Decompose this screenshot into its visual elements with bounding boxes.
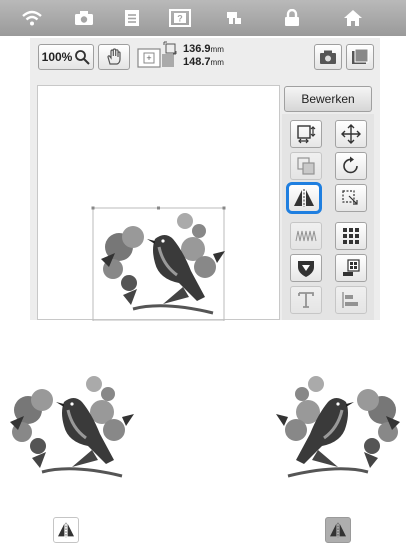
text-button (290, 286, 322, 314)
density-button[interactable] (335, 184, 367, 212)
move-button[interactable] (335, 120, 367, 148)
edit-tools-panel (282, 114, 374, 320)
size-unit: mm (210, 58, 224, 67)
rotate-icon (343, 156, 358, 174)
background-image-icon (352, 48, 369, 64)
group-icon (297, 157, 315, 175)
mirror-icon (294, 189, 314, 207)
border-icon (295, 230, 317, 242)
sewing-icon[interactable] (222, 6, 248, 30)
group-button (290, 152, 322, 180)
text-icon (298, 292, 314, 308)
rotate-button[interactable] (335, 152, 367, 180)
embroidery-canvas[interactable] (37, 85, 280, 321)
border-button (290, 222, 322, 250)
svg-text:+: + (146, 53, 151, 63)
resize-button[interactable] (290, 120, 322, 148)
background-button[interactable] (346, 44, 374, 70)
home-icon[interactable] (340, 6, 366, 30)
status-bar: ? (0, 0, 406, 36)
align-button (335, 286, 367, 314)
applique-icon (298, 261, 314, 277)
resize-icon (297, 125, 316, 144)
lock-icon[interactable] (279, 6, 305, 30)
camera-scan-button[interactable] (314, 44, 342, 70)
bird-embroidery[interactable] (93, 209, 225, 319)
array-button[interactable] (335, 222, 367, 250)
applique-button[interactable] (290, 254, 322, 282)
wifi-icon[interactable] (19, 6, 45, 30)
hand-icon (107, 48, 121, 65)
camera-icon[interactable] (71, 6, 97, 30)
svg-text:?: ? (177, 14, 183, 24)
edit-button[interactable]: Bewerken (284, 86, 372, 112)
magnifier-icon (75, 50, 91, 65)
help-icon[interactable]: ? (167, 6, 193, 30)
design-size: 136.9mm 148.7mm (183, 43, 224, 69)
camera-icon (320, 50, 336, 64)
align-icon (342, 292, 358, 308)
size-icon (163, 41, 177, 60)
mirror-off-icon (53, 517, 79, 543)
hand-pan-button[interactable] (98, 44, 130, 70)
mirror-on-icon (325, 517, 351, 543)
toolbar: 100% + 136.9mm 148.7mm (30, 38, 380, 81)
document-icon[interactable] (119, 6, 145, 30)
color-sort-icon (343, 259, 360, 276)
move-icon (341, 124, 361, 144)
bird-original (10, 376, 134, 478)
mirror-button[interactable] (286, 182, 322, 214)
bird-mirrored (276, 376, 400, 478)
density-icon (342, 190, 358, 205)
size-width: 136.9 (183, 43, 211, 55)
zoom-label: 100% (41, 50, 73, 64)
color-sort-button[interactable] (335, 254, 367, 282)
array-icon (343, 228, 359, 244)
zoom-button[interactable]: 100% (38, 44, 94, 70)
size-height: 148.7 (183, 56, 211, 68)
size-unit: mm (210, 45, 224, 54)
